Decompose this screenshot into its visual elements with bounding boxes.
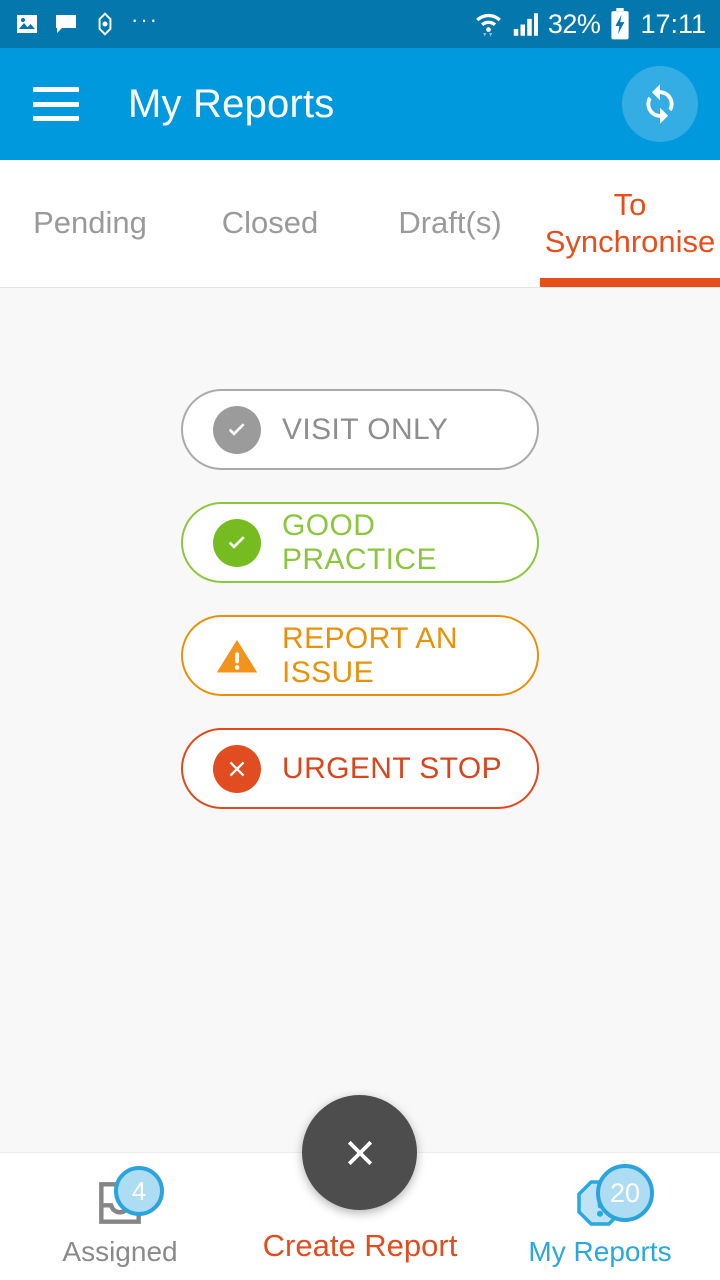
nav-item-my-reports-label: My Reports bbox=[528, 1236, 672, 1267]
action-report-an-issue[interactable]: REPORT AN ISSUE bbox=[181, 615, 539, 696]
tab-to-synchronise[interactable]: To Synchronise bbox=[540, 160, 720, 287]
tab-to-synchronise-label: To Synchronise bbox=[544, 186, 716, 259]
action-good-practice-label: GOOD PRACTICE bbox=[282, 508, 437, 576]
action-good-practice[interactable]: GOOD PRACTICE bbox=[181, 502, 539, 583]
warning-triangle-icon bbox=[213, 632, 261, 680]
tab-closed[interactable]: Closed bbox=[180, 160, 360, 287]
my-reports-badge: 20 bbox=[596, 1164, 654, 1222]
battery-percent-label: 32% bbox=[547, 8, 601, 39]
tab-drafts-label: Draft(s) bbox=[398, 205, 502, 241]
action-report-an-issue-label: REPORT AN ISSUE bbox=[282, 621, 458, 689]
assigned-icon-wrap: 4 bbox=[72, 1166, 168, 1234]
cellular-signal-icon bbox=[513, 12, 538, 36]
nav-item-my-reports[interactable]: 20 My Reports bbox=[480, 1153, 720, 1280]
status-bar-left-icons: ··· bbox=[14, 7, 159, 37]
x-circle-icon bbox=[213, 744, 261, 793]
status-bar-right-icons: 32% 17:11 bbox=[475, 8, 706, 40]
nav-item-assigned[interactable]: 4 Assigned bbox=[0, 1153, 240, 1280]
tab-pending-label: Pending bbox=[33, 205, 147, 241]
action-visit-only[interactable]: VISIT ONLY bbox=[181, 389, 539, 470]
tab-bar: Pending Closed Draft(s) To Synchronise bbox=[0, 160, 720, 288]
navigation-diamond-icon bbox=[98, 12, 112, 36]
create-report-action-menu: VISIT ONLY GOOD PRACTICE REPORT AN ISSUE bbox=[0, 389, 720, 809]
message-icon bbox=[56, 15, 76, 33]
battery-charging-icon bbox=[611, 8, 630, 40]
tab-pending[interactable]: Pending bbox=[0, 160, 180, 287]
clock-label: 17:11 bbox=[640, 8, 706, 39]
more-dots-icon: ··· bbox=[131, 7, 159, 32]
tab-drafts[interactable]: Draft(s) bbox=[360, 160, 540, 287]
check-circle-icon bbox=[213, 405, 261, 454]
sync-icon bbox=[646, 84, 674, 124]
image-icon bbox=[17, 15, 37, 33]
close-action-menu-button[interactable] bbox=[302, 1095, 417, 1210]
hamburger-menu-icon[interactable] bbox=[33, 87, 79, 121]
wifi-icon bbox=[476, 13, 501, 37]
action-urgent-stop[interactable]: URGENT STOP bbox=[181, 728, 539, 809]
nav-item-assigned-label: Assigned bbox=[62, 1236, 178, 1267]
app-root: ··· 32% 17:11 My Reports Pending Closed … bbox=[0, 0, 720, 1280]
app-bar: My Reports bbox=[0, 48, 720, 160]
tab-closed-label: Closed bbox=[221, 205, 319, 241]
my-reports-icon-wrap: 20 bbox=[552, 1164, 654, 1234]
status-bar: ··· 32% 17:11 bbox=[0, 0, 720, 48]
nav-item-create-report-label: Create Report bbox=[262, 1228, 458, 1263]
assigned-badge: 4 bbox=[114, 1166, 164, 1216]
action-visit-only-label: VISIT ONLY bbox=[282, 412, 449, 446]
check-circle-icon bbox=[213, 518, 261, 567]
page-title: My Reports bbox=[128, 81, 335, 126]
close-x-icon bbox=[347, 1140, 372, 1165]
sync-button[interactable] bbox=[622, 66, 698, 142]
action-urgent-stop-label: URGENT STOP bbox=[282, 751, 502, 785]
